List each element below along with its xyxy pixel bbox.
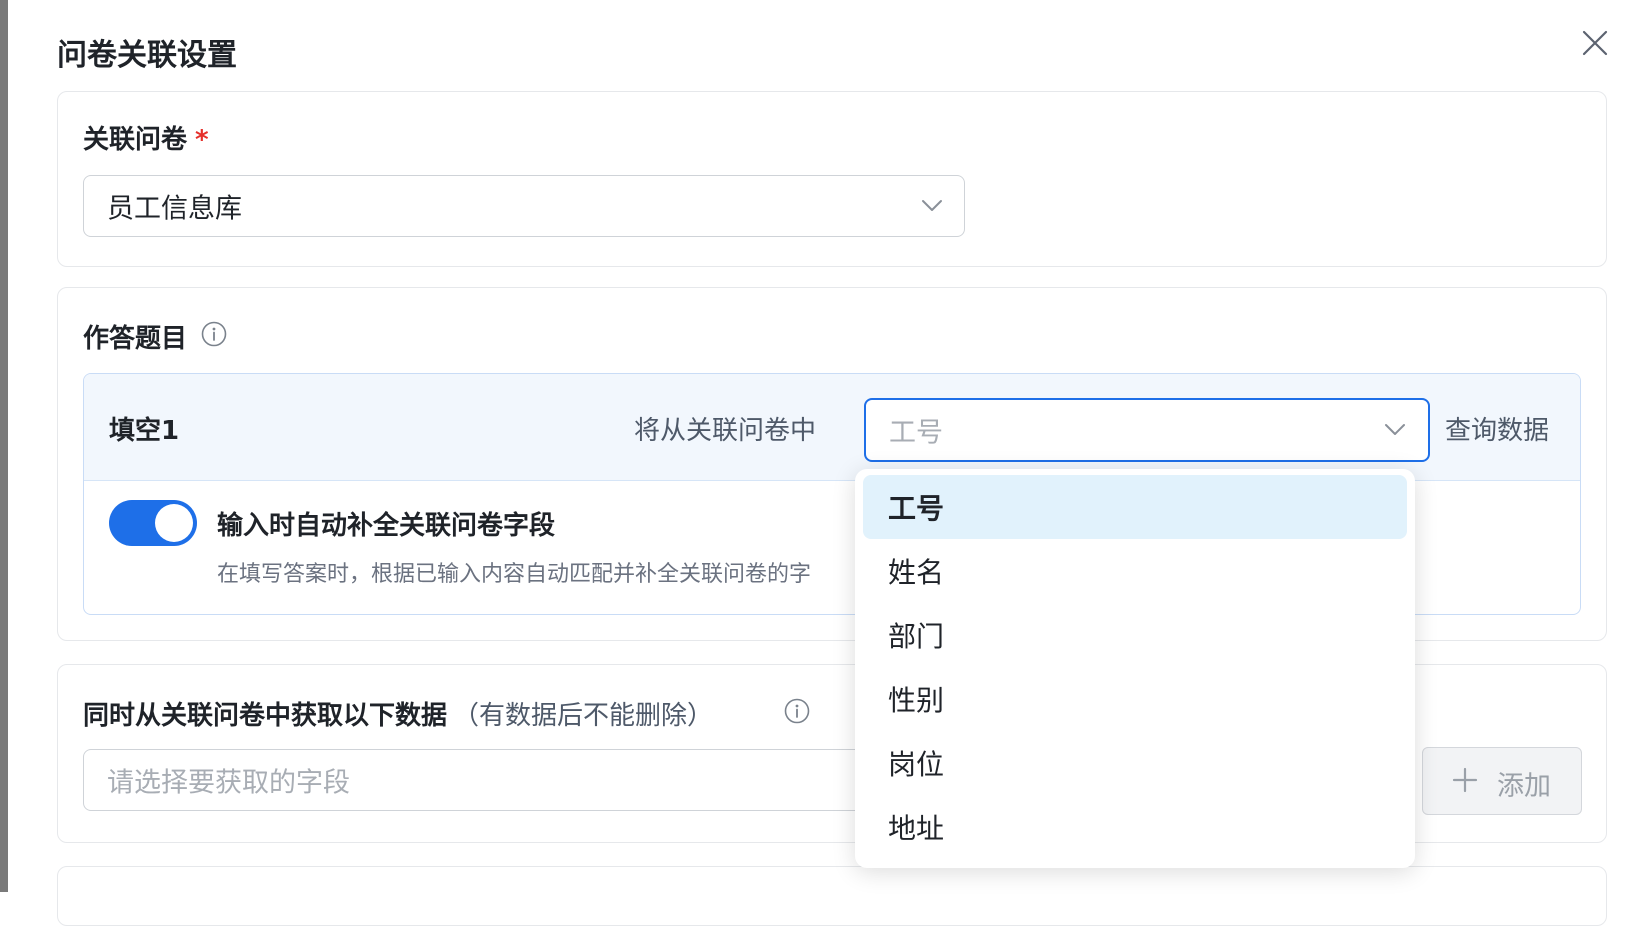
linked-survey-card: 关联问卷 * 员工信息库 [57, 91, 1607, 267]
query-field-placeholder: 工号 [889, 417, 943, 449]
fetch-data-label-text: 同时从关联问卷中获取以下数据 [83, 701, 448, 731]
answer-questions-label: 作答题目 [83, 324, 188, 354]
dialog-title: 问卷关联设置 [57, 38, 237, 73]
dropdown-option-label: 地址 [888, 812, 945, 845]
dropdown-option-1[interactable]: 姓名 [863, 539, 1407, 603]
dropdown-option-label: 姓名 [888, 556, 945, 589]
autocomplete-description: 在填写答案时，根据已输入内容自动匹配并补全关联问卷的字 [217, 562, 812, 587]
fetch-data-note: （有数据后不能删除） [453, 701, 714, 731]
autocomplete-toggle-label: 输入时自动补全关联问卷字段 [217, 511, 556, 541]
linked-survey-label: 关联问卷 * [83, 119, 209, 156]
linked-survey-select[interactable]: 员工信息库 [83, 175, 965, 237]
dropdown-option-label: 性别 [888, 684, 945, 717]
question-name: 填空1 [109, 416, 180, 446]
dropdown-option-3[interactable]: 性别 [863, 667, 1407, 731]
add-button-label: 添加 [1497, 771, 1551, 802]
next-section-card [57, 866, 1607, 926]
dropdown-option-label: 部门 [888, 620, 945, 653]
dropdown-option-5[interactable]: 地址 [863, 795, 1407, 859]
add-button[interactable]: 添加 [1422, 747, 1582, 815]
dropdown-option-2[interactable]: 部门 [863, 603, 1407, 667]
chevron-down-icon [1385, 424, 1405, 435]
dropdown-option-4[interactable]: 岗位 [863, 731, 1407, 795]
fetch-field-placeholder: 请选择要获取的字段 [107, 767, 350, 799]
info-icon[interactable] [784, 698, 810, 724]
linked-survey-label-text: 关联问卷 [83, 125, 188, 155]
field-dropdown-menu: 工号 姓名 部门 性别 岗位 地址 [855, 469, 1415, 868]
dropdown-option-0[interactable]: 工号 [863, 475, 1407, 539]
plus-icon [1452, 767, 1478, 793]
left-edge-strip [0, 0, 8, 892]
dropdown-option-label: 工号 [888, 492, 945, 525]
dropdown-option-label: 岗位 [888, 748, 945, 781]
autocomplete-toggle[interactable] [109, 500, 197, 546]
query-data-text: 查询数据 [1445, 416, 1550, 446]
linked-survey-select-value: 员工信息库 [107, 193, 242, 225]
required-mark: * [195, 125, 209, 155]
query-field-select[interactable]: 工号 [864, 398, 1430, 462]
toggle-knob [155, 504, 193, 542]
info-icon[interactable] [201, 321, 227, 347]
chevron-down-icon [922, 200, 942, 211]
close-icon[interactable] [1580, 28, 1610, 58]
fetch-data-label: 同时从关联问卷中获取以下数据 （有数据后不能删除） [83, 695, 713, 732]
from-linked-survey-text: 将从关联问卷中 [634, 416, 817, 446]
